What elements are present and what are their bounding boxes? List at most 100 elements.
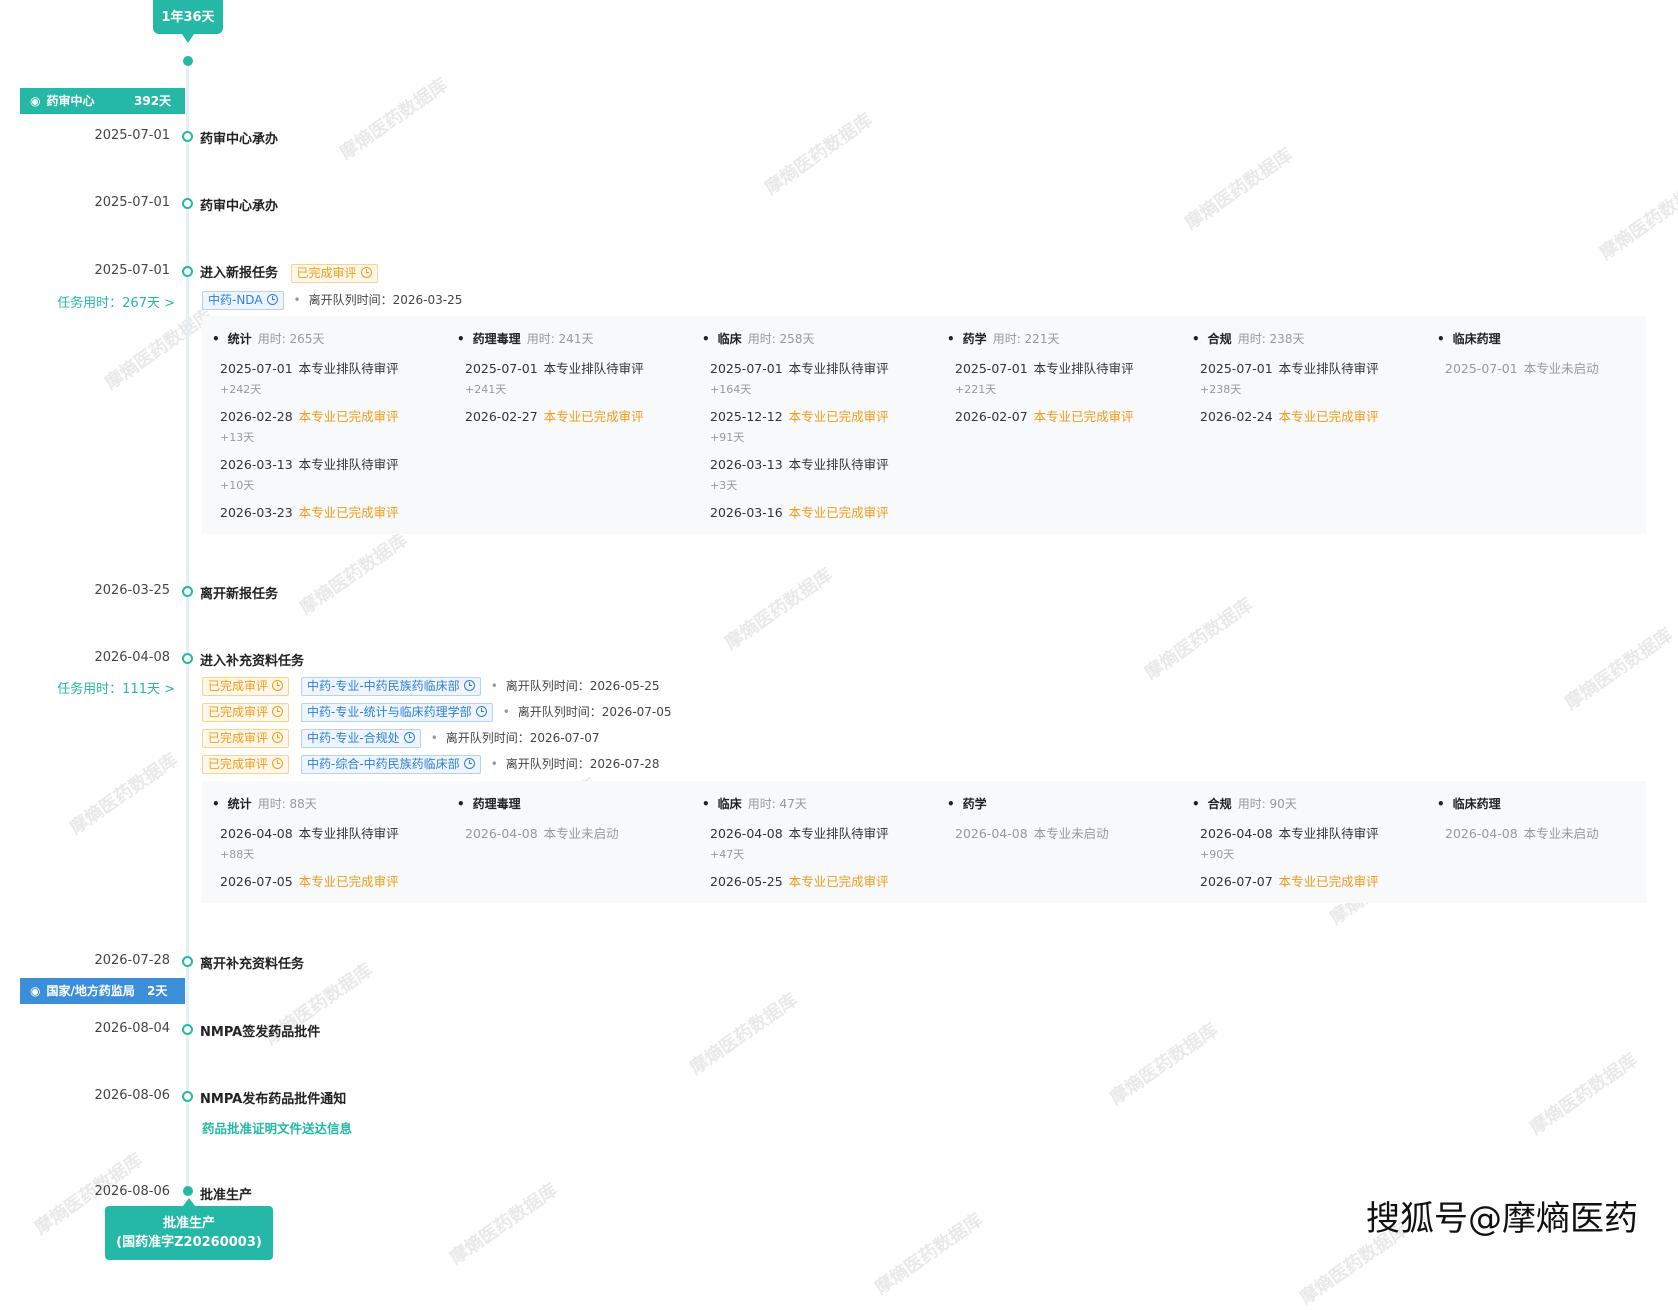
discipline-status-row: 2026-02-28 本专业已完成审评 xyxy=(220,406,399,425)
discipline-status-row: 2026-02-27 本专业已完成审评 xyxy=(465,406,644,425)
discipline-used-time: 用时: 90天 xyxy=(1237,797,1297,811)
dept-badge[interactable]: 中药-专业-中药民族药临床部 xyxy=(301,677,481,696)
bullet: • xyxy=(212,332,220,346)
discipline-status-row: 2026-04-08 本专业排队待审评 xyxy=(710,823,889,842)
leave-label: 离开队列时间： xyxy=(505,757,590,771)
status-date: 2026-07-05 xyxy=(220,874,293,889)
status-text: 本专业排队待审评 xyxy=(1278,361,1379,376)
discipline-used-time: 用时: 88天 xyxy=(257,797,317,811)
event-title: 进入补充资料任务 xyxy=(200,654,305,669)
discipline-status-row: 2026-07-05 本专业已完成审评 xyxy=(220,871,399,890)
discipline-status-row: 2026-04-08 本专业未启动 xyxy=(1445,823,1599,842)
approval-doc-link[interactable]: 药品批准证明文件送达信息 xyxy=(202,1118,352,1137)
status-date: 2026-04-08 xyxy=(710,826,783,841)
dept-badge[interactable]: 中药-专业-统计与临床药理学部 xyxy=(301,703,493,722)
status-badge[interactable]: 已完成审评 xyxy=(202,677,290,696)
discipline-name: 药学 xyxy=(962,332,987,346)
status-badge[interactable]: 已完成审评 xyxy=(290,264,378,283)
status-badge[interactable]: 已完成审评 xyxy=(202,755,290,774)
watermark-text: 摩熵医药数据库 xyxy=(721,564,837,654)
discipline-header: • 临床药理 xyxy=(1437,795,1501,812)
clock-icon xyxy=(403,732,415,743)
approval-result-title: 批准生产 xyxy=(162,1216,215,1231)
interval-days: +91天 xyxy=(710,431,745,444)
interval-days: +3天 xyxy=(710,479,738,492)
dept-badge[interactable]: 中药-专业-合规处 xyxy=(301,729,421,748)
status-badge[interactable]: 已完成审评 xyxy=(202,703,290,722)
discipline-status-row: 2025-07-01 本专业排队待审评 xyxy=(220,358,399,377)
status-date: 2026-05-25 xyxy=(710,874,783,889)
status-badge[interactable]: 已完成审评 xyxy=(202,729,290,748)
stage-nmpa: ◉ 国家/地方药监局 2天 xyxy=(20,978,185,1004)
timeline-dot xyxy=(182,198,193,209)
event-title-text: 进入新报任务 xyxy=(200,266,279,281)
discipline-status-row: 2026-02-07 本专业已完成审评 xyxy=(955,406,1134,425)
discipline-header: • 临床药理 xyxy=(1437,330,1501,347)
watermark-text: 摩熵医药数据库 xyxy=(1596,174,1678,264)
dept-badge-label: 中药-专业-中药民族药临床部 xyxy=(307,679,460,693)
event-date: 2026-03-25 xyxy=(94,583,170,598)
task-duration-link[interactable]: 任务用时：267天 > xyxy=(20,292,175,311)
task-duration-link[interactable]: 任务用时：111天 > xyxy=(20,678,175,697)
watermark-text: 摩熵医药数据库 xyxy=(761,109,877,199)
discipline-status-row: 2025-12-12 本专业已完成审评 xyxy=(710,406,889,425)
discipline-status-row: 2026-04-08 本专业未启动 xyxy=(465,823,619,842)
clock-icon xyxy=(272,758,284,769)
watermark-text: 摩熵医药数据库 xyxy=(1106,1019,1222,1109)
event-date: 2025-07-01 xyxy=(94,263,170,278)
dept-badge[interactable]: 中药-NDA xyxy=(202,291,284,310)
event-title: NMPA发布药品批件通知 xyxy=(200,1092,347,1107)
stage-nmpa-days: 2天 xyxy=(147,984,168,998)
dept-badge-label: 中药-综合-中药民族药临床部 xyxy=(307,757,460,771)
location-pin-icon: ◉ xyxy=(30,94,41,108)
status-text: 本专业未启动 xyxy=(1523,826,1599,841)
stage-cde: ◉ 药审中心 392天 xyxy=(20,88,185,114)
discipline-name: 统计 xyxy=(227,332,252,346)
status-text: 本专业排队待审评 xyxy=(543,361,644,376)
event-title: 离开补充资料任务 xyxy=(200,957,305,972)
leave-label: 离开队列时间： xyxy=(308,293,393,307)
dept-badge-label: 中药-NDA xyxy=(208,293,263,307)
bullet: • xyxy=(293,293,301,307)
stage-nmpa-name: 国家/地方药监局 xyxy=(46,984,135,998)
interval-days: +242天 xyxy=(220,383,262,396)
status-date: 2026-03-13 xyxy=(710,457,783,472)
discipline-status-row: 2026-02-24 本专业已完成审评 xyxy=(1200,406,1379,425)
watermark-text: 摩熵医药数据库 xyxy=(1141,594,1257,684)
discipline-used-time: 用时: 241天 xyxy=(526,332,594,346)
watermark-text: 摩熵医药数据库 xyxy=(1561,624,1677,714)
bullet: • xyxy=(212,797,220,811)
status-text: 本专业排队待审评 xyxy=(788,361,889,376)
approval-result-box: 批准生产 (国药准字Z20260003) xyxy=(105,1198,273,1260)
discipline-name: 药学 xyxy=(962,797,987,811)
clock-icon xyxy=(475,706,487,717)
interval-days: +88天 xyxy=(220,848,255,861)
leave-date: 2026-07-28 xyxy=(589,757,660,771)
discipline-header: • 合规 用时: 238天 xyxy=(1192,330,1304,347)
discipline-used-time: 用时: 265天 xyxy=(257,332,325,346)
status-date: 2025-07-01 xyxy=(220,361,293,376)
status-text: 本专业已完成审评 xyxy=(788,409,889,424)
discipline-header: • 药学 用时: 221天 xyxy=(947,330,1059,347)
status-text: 本专业已完成审评 xyxy=(788,505,889,520)
timeline-dot xyxy=(182,131,193,142)
bullet: • xyxy=(702,797,710,811)
bullet: • xyxy=(490,679,498,693)
discipline-used-time: 用时: 258天 xyxy=(747,332,815,346)
total-duration-bubble: 1年36天 xyxy=(153,0,223,43)
dept-badge[interactable]: 中药-综合-中药民族药临床部 xyxy=(301,755,481,774)
bullet: • xyxy=(430,731,438,745)
discipline-name: 临床 xyxy=(717,797,742,811)
status-date: 2025-07-01 xyxy=(1445,361,1518,376)
status-text: 本专业已完成审评 xyxy=(788,874,889,889)
status-text: 本专业排队待审评 xyxy=(788,826,889,841)
discipline-status-row: 2026-04-08 本专业排队待审评 xyxy=(220,823,399,842)
status-text: 本专业排队待审评 xyxy=(788,457,889,472)
status-text: 本专业未启动 xyxy=(1523,361,1599,376)
event-title-new-task: 进入新报任务 已完成审评 xyxy=(200,262,378,283)
clock-icon xyxy=(360,267,372,278)
interval-days: +47天 xyxy=(710,848,745,861)
discipline-used-time: 用时: 238天 xyxy=(1237,332,1305,346)
event-date: 2026-08-04 xyxy=(94,1021,170,1036)
discipline-status-row: 2026-04-08 本专业排队待审评 xyxy=(1200,823,1379,842)
